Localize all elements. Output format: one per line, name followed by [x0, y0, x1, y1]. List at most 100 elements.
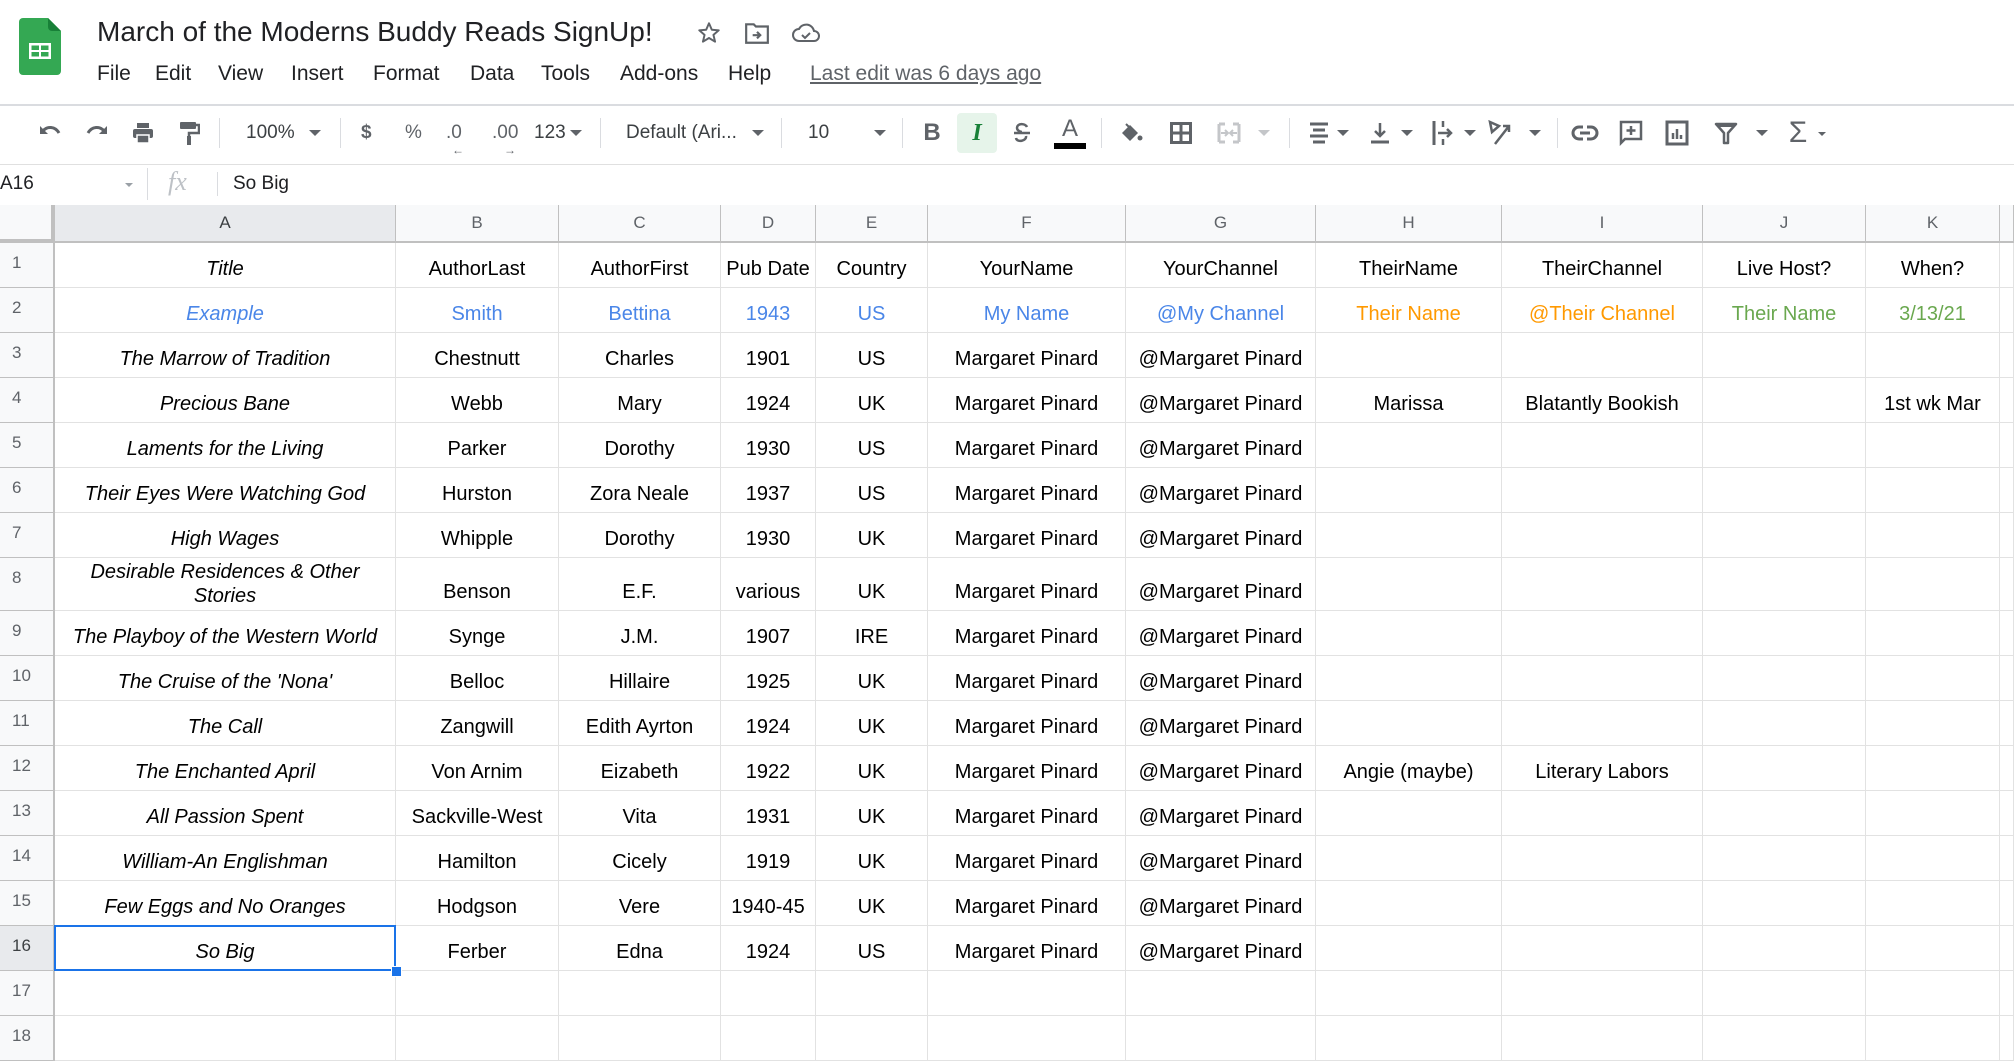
cell-i3[interactable]: [1502, 333, 1703, 378]
name-box[interactable]: A16: [0, 170, 34, 198]
cell-f2[interactable]: My Name: [928, 288, 1126, 333]
cell-j3[interactable]: [1703, 333, 1866, 378]
cell-g2[interactable]: @My Channel: [1126, 288, 1316, 333]
functions-dropdown-icon[interactable]: [1818, 132, 1826, 136]
cell-i2[interactable]: @Their Channel: [1502, 288, 1703, 333]
menu-edit[interactable]: Edit: [155, 60, 191, 88]
cell-e2[interactable]: US: [816, 288, 928, 333]
cell-e8[interactable]: UK: [816, 558, 928, 611]
cell-c2[interactable]: Bettina: [559, 288, 721, 333]
cell-g13[interactable]: @Margaret Pinard: [1126, 791, 1316, 836]
cell-l10[interactable]: [2000, 656, 2014, 701]
cell-c12[interactable]: Eizabeth: [559, 746, 721, 791]
cell-d11[interactable]: 1924: [721, 701, 816, 746]
cell-g6[interactable]: @Margaret Pinard: [1126, 468, 1316, 513]
cell-f9[interactable]: Margaret Pinard: [928, 611, 1126, 656]
cell-f12[interactable]: Margaret Pinard: [928, 746, 1126, 791]
horizontal-align-dropdown-icon[interactable]: [1337, 130, 1349, 136]
cell-k4[interactable]: 1st wk Mar: [1866, 378, 2000, 423]
cell-b6[interactable]: Hurston: [396, 468, 559, 513]
cell-j11[interactable]: [1703, 701, 1866, 746]
cell-l15[interactable]: [2000, 881, 2014, 926]
percent-format-button[interactable]: %: [405, 118, 422, 148]
cell-a5[interactable]: Laments for the Living: [55, 423, 396, 468]
cell-g15[interactable]: @Margaret Pinard: [1126, 881, 1316, 926]
cell-g7[interactable]: @Margaret Pinard: [1126, 513, 1316, 558]
cell-h1[interactable]: TheirName: [1316, 243, 1502, 288]
cell-k12[interactable]: [1866, 746, 2000, 791]
zoom-select[interactable]: 100%: [246, 118, 295, 148]
cell-a18[interactable]: [55, 1016, 396, 1061]
cell-c1[interactable]: AuthorFirst: [559, 243, 721, 288]
cell-g12[interactable]: @Margaret Pinard: [1126, 746, 1316, 791]
column-header-f[interactable]: F: [928, 205, 1126, 243]
star-icon[interactable]: [693, 18, 725, 48]
cell-l11[interactable]: [2000, 701, 2014, 746]
insert-comment-icon[interactable]: [1617, 116, 1645, 150]
cell-l14[interactable]: [2000, 836, 2014, 881]
cell-e11[interactable]: UK: [816, 701, 928, 746]
cell-g14[interactable]: @Margaret Pinard: [1126, 836, 1316, 881]
cell-b2[interactable]: Smith: [396, 288, 559, 333]
cell-c10[interactable]: Hillaire: [559, 656, 721, 701]
cell-i10[interactable]: [1502, 656, 1703, 701]
menu-format[interactable]: Format: [373, 60, 440, 88]
row-header-9[interactable]: 9: [0, 611, 55, 656]
cell-f10[interactable]: Margaret Pinard: [928, 656, 1126, 701]
insert-chart-icon[interactable]: [1663, 116, 1691, 150]
cell-e12[interactable]: UK: [816, 746, 928, 791]
row-header-8[interactable]: 8: [0, 558, 55, 611]
cell-f18[interactable]: [928, 1016, 1126, 1061]
filter-icon[interactable]: [1712, 116, 1740, 150]
cell-g4[interactable]: @Margaret Pinard: [1126, 378, 1316, 423]
column-header-j[interactable]: J: [1703, 205, 1866, 243]
row-header-15[interactable]: 15: [0, 881, 55, 926]
cell-c3[interactable]: Charles: [559, 333, 721, 378]
cell-h5[interactable]: [1316, 423, 1502, 468]
cell-i9[interactable]: [1502, 611, 1703, 656]
cell-b17[interactable]: [396, 971, 559, 1016]
cell-i15[interactable]: [1502, 881, 1703, 926]
cell-l8[interactable]: [2000, 558, 2014, 611]
currency-format-button[interactable]: $: [361, 118, 372, 148]
cell-k11[interactable]: [1866, 701, 2000, 746]
cell-l1[interactable]: [2000, 243, 2014, 288]
cell-g3[interactable]: @Margaret Pinard: [1126, 333, 1316, 378]
cell-j2[interactable]: Their Name: [1703, 288, 1866, 333]
vertical-align-dropdown-icon[interactable]: [1401, 130, 1413, 136]
cell-i7[interactable]: [1502, 513, 1703, 558]
row-header-18[interactable]: 18: [0, 1016, 55, 1061]
cell-j5[interactable]: [1703, 423, 1866, 468]
cell-c17[interactable]: [559, 971, 721, 1016]
filter-dropdown-icon[interactable]: [1756, 130, 1768, 136]
more-formats-dropdown-icon[interactable]: [570, 130, 582, 136]
cell-e9[interactable]: IRE: [816, 611, 928, 656]
cell-l18[interactable]: [2000, 1016, 2014, 1061]
menu-add-ons[interactable]: Add-ons: [620, 60, 698, 88]
cell-d6[interactable]: 1937: [721, 468, 816, 513]
column-header-a[interactable]: A: [55, 205, 396, 243]
cell-b14[interactable]: Hamilton: [396, 836, 559, 881]
cell-f15[interactable]: Margaret Pinard: [928, 881, 1126, 926]
cell-k1[interactable]: When?: [1866, 243, 2000, 288]
cell-a3[interactable]: The Marrow of Tradition: [55, 333, 396, 378]
cell-e10[interactable]: UK: [816, 656, 928, 701]
cell-i6[interactable]: [1502, 468, 1703, 513]
column-header-i[interactable]: I: [1502, 205, 1703, 243]
cell-d5[interactable]: 1930: [721, 423, 816, 468]
cell-d3[interactable]: 1901: [721, 333, 816, 378]
column-header-g[interactable]: G: [1126, 205, 1316, 243]
cell-j17[interactable]: [1703, 971, 1866, 1016]
undo-icon[interactable]: [36, 116, 64, 150]
zoom-dropdown-icon[interactable]: [309, 130, 321, 136]
cell-f3[interactable]: Margaret Pinard: [928, 333, 1126, 378]
cell-c7[interactable]: Dorothy: [559, 513, 721, 558]
select-all-corner[interactable]: [0, 205, 55, 243]
cell-k18[interactable]: [1866, 1016, 2000, 1061]
cell-f6[interactable]: Margaret Pinard: [928, 468, 1126, 513]
row-header-7[interactable]: 7: [0, 513, 55, 558]
cell-h6[interactable]: [1316, 468, 1502, 513]
text-rotation-icon[interactable]: [1486, 116, 1514, 150]
cell-g8[interactable]: @Margaret Pinard: [1126, 558, 1316, 611]
cell-i8[interactable]: [1502, 558, 1703, 611]
